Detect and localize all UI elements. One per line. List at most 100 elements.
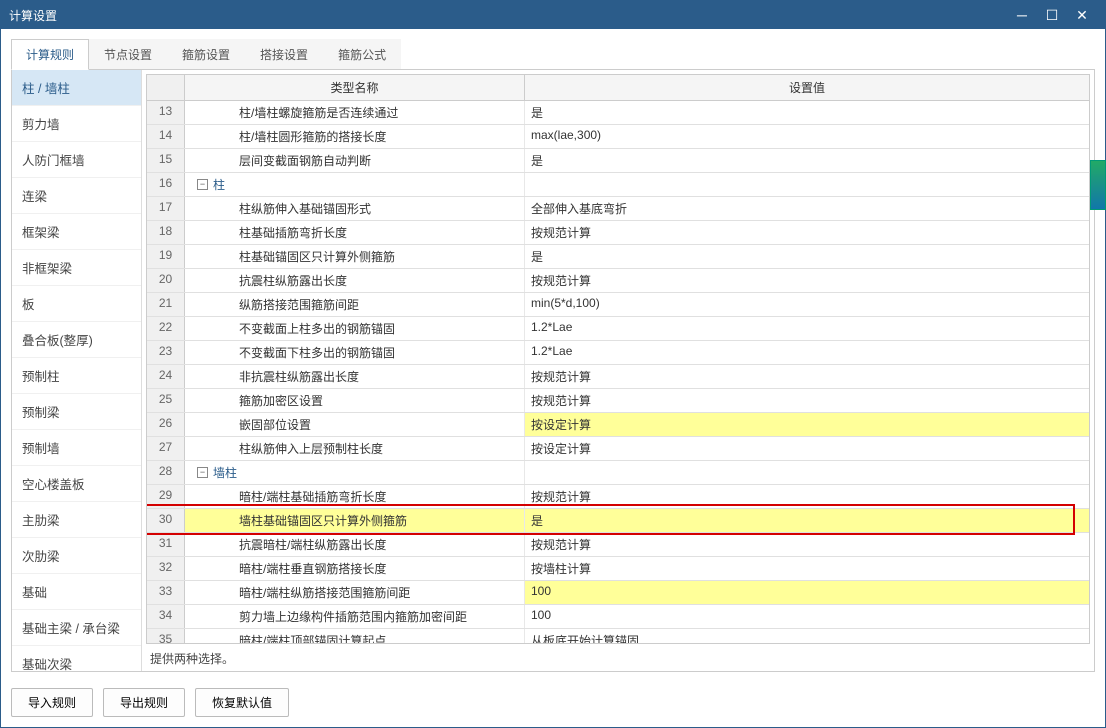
tab-bar: 计算规则节点设置箍筋设置搭接设置箍筋公式: [11, 39, 1095, 70]
row-value[interactable]: 按规范计算: [525, 533, 1089, 556]
rule-name: 纵筋搭接范围箍筋间距: [189, 296, 359, 313]
row-value[interactable]: 按墙柱计算: [525, 557, 1089, 580]
sidebar-item-3[interactable]: 连梁: [12, 178, 141, 214]
table-row[interactable]: 28−墙柱: [147, 461, 1089, 485]
rule-name: 柱纵筋伸入基础锚固形式: [189, 200, 371, 217]
sidebar-item-0[interactable]: 柱 / 墙柱: [12, 70, 141, 106]
table-row[interactable]: 32暗柱/端柱垂直钢筋搭接长度按墙柱计算: [147, 557, 1089, 581]
row-value[interactable]: 按设定计算: [525, 413, 1089, 436]
sidebar-item-1[interactable]: 剪力墙: [12, 106, 141, 142]
sidebar-item-9[interactable]: 预制梁: [12, 394, 141, 430]
sidebar-item-16[interactable]: 基础次梁: [12, 646, 141, 671]
row-value[interactable]: [525, 173, 1089, 196]
table-row[interactable]: 24非抗震柱纵筋露出长度按规范计算: [147, 365, 1089, 389]
row-number: 29: [147, 485, 185, 508]
sidebar-item-10[interactable]: 预制墙: [12, 430, 141, 466]
table-row[interactable]: 19柱基础锚固区只计算外侧箍筋是: [147, 245, 1089, 269]
row-value[interactable]: 1.2*Lae: [525, 341, 1089, 364]
row-number: 35: [147, 629, 185, 644]
sidebar-item-5[interactable]: 非框架梁: [12, 250, 141, 286]
row-number: 21: [147, 293, 185, 316]
close-button[interactable]: ✕: [1067, 5, 1097, 25]
row-value[interactable]: [525, 461, 1089, 484]
row-value[interactable]: 100: [525, 581, 1089, 604]
collapse-icon[interactable]: −: [197, 467, 208, 478]
row-value[interactable]: 是: [525, 245, 1089, 268]
sidebar-item-8[interactable]: 预制柱: [12, 358, 141, 394]
collapse-icon[interactable]: −: [197, 179, 208, 190]
row-number: 33: [147, 581, 185, 604]
minimize-button[interactable]: ─: [1007, 5, 1037, 25]
rule-name: 墙柱基础锚固区只计算外侧箍筋: [189, 512, 407, 529]
rule-name: 暗柱/端柱垂直钢筋搭接长度: [189, 560, 386, 577]
table-row[interactable]: 20抗震柱纵筋露出长度按规范计算: [147, 269, 1089, 293]
row-name: 非抗震柱纵筋露出长度: [185, 365, 525, 388]
tab-4[interactable]: 箍筋公式: [323, 39, 401, 69]
table-row[interactable]: 35暗柱/端柱顶部锚固计算起点从板底开始计算锚固: [147, 629, 1089, 644]
row-number: 22: [147, 317, 185, 340]
row-value[interactable]: 是: [525, 101, 1089, 124]
row-number: 23: [147, 341, 185, 364]
restore-defaults-button[interactable]: 恢复默认值: [195, 688, 289, 717]
row-value[interactable]: 1.2*Lae: [525, 317, 1089, 340]
table-row[interactable]: 26嵌固部位设置按设定计算: [147, 413, 1089, 437]
table-row[interactable]: 18柱基础插筋弯折长度按规范计算: [147, 221, 1089, 245]
rule-name: 柱/墙柱圆形箍筋的搭接长度: [189, 128, 386, 145]
row-value[interactable]: max(lae,300): [525, 125, 1089, 148]
category-sidebar: 柱 / 墙柱剪力墙人防门框墙连梁框架梁非框架梁板叠合板(整厚)预制柱预制梁预制墙…: [12, 70, 142, 671]
table-row[interactable]: 15层间变截面钢筋自动判断是: [147, 149, 1089, 173]
table-row[interactable]: 21纵筋搭接范围箍筋间距 min(5*d,100): [147, 293, 1089, 317]
row-number: 16: [147, 173, 185, 196]
row-number: 20: [147, 269, 185, 292]
table-row[interactable]: 25箍筋加密区设置按规范计算: [147, 389, 1089, 413]
row-value[interactable]: 是: [525, 149, 1089, 172]
tab-1[interactable]: 节点设置: [89, 39, 167, 69]
row-value[interactable]: 100: [525, 605, 1089, 628]
table-row[interactable]: 16 −柱: [147, 173, 1089, 197]
row-value[interactable]: 从板底开始计算锚固: [525, 629, 1089, 644]
sidebar-item-2[interactable]: 人防门框墙: [12, 142, 141, 178]
sidebar-item-11[interactable]: 空心楼盖板: [12, 466, 141, 502]
row-name: 纵筋搭接范围箍筋间距: [185, 293, 525, 316]
table-row[interactable]: 30墙柱基础锚固区只计算外侧箍筋是: [147, 509, 1089, 533]
tab-0[interactable]: 计算规则: [11, 39, 89, 70]
row-value[interactable]: 是: [525, 509, 1089, 532]
import-rules-button[interactable]: 导入规则: [11, 688, 93, 717]
row-value[interactable]: 按规范计算: [525, 389, 1089, 412]
table-row[interactable]: 14柱/墙柱圆形箍筋的搭接长度max(lae,300): [147, 125, 1089, 149]
sidebar-item-7[interactable]: 叠合板(整厚): [12, 322, 141, 358]
table-row[interactable]: 31抗震暗柱/端柱纵筋露出长度按规范计算: [147, 533, 1089, 557]
tab-3[interactable]: 搭接设置: [245, 39, 323, 69]
row-name: 柱/墙柱螺旋箍筋是否连续通过: [185, 101, 525, 124]
maximize-button[interactable]: ☐: [1037, 5, 1067, 25]
table-row[interactable]: 13柱/墙柱螺旋箍筋是否连续通过是: [147, 101, 1089, 125]
row-value[interactable]: 全部伸入基底弯折: [525, 197, 1089, 220]
sidebar-item-13[interactable]: 次肋梁: [12, 538, 141, 574]
sidebar-item-14[interactable]: 基础: [12, 574, 141, 610]
row-name: 暗柱/端柱基础插筋弯折长度: [185, 485, 525, 508]
table-row[interactable]: 22不变截面上柱多出的钢筋锚固1.2*Lae: [147, 317, 1089, 341]
table-row[interactable]: 23不变截面下柱多出的钢筋锚固 1.2*Lae: [147, 341, 1089, 365]
table-row[interactable]: 34剪力墙上边缘构件插筋范围内箍筋加密间距100: [147, 605, 1089, 629]
row-value[interactable]: 按规范计算: [525, 485, 1089, 508]
row-value[interactable]: 按规范计算: [525, 221, 1089, 244]
row-value[interactable]: 按规范计算: [525, 365, 1089, 388]
rules-grid[interactable]: 类型名称 设置值 13柱/墙柱螺旋箍筋是否连续通过是14柱/墙柱圆形箍筋的搭接长…: [146, 74, 1090, 644]
row-value[interactable]: 按规范计算: [525, 269, 1089, 292]
rule-name: 不变截面下柱多出的钢筋锚固: [189, 344, 395, 361]
sidebar-item-15[interactable]: 基础主梁 / 承台梁: [12, 610, 141, 646]
export-rules-button[interactable]: 导出规则: [103, 688, 185, 717]
row-value[interactable]: 按设定计算: [525, 437, 1089, 460]
rule-name: 暗柱/端柱纵筋搭接范围箍筋间距: [189, 584, 410, 601]
group-label: 柱: [213, 176, 225, 193]
sidebar-item-6[interactable]: 板: [12, 286, 141, 322]
side-widget[interactable]: [1090, 160, 1106, 210]
sidebar-item-12[interactable]: 主肋梁: [12, 502, 141, 538]
row-value[interactable]: min(5*d,100): [525, 293, 1089, 316]
tab-2[interactable]: 箍筋设置: [167, 39, 245, 69]
table-row[interactable]: 27柱纵筋伸入上层预制柱长度按设定计算: [147, 437, 1089, 461]
table-row[interactable]: 29暗柱/端柱基础插筋弯折长度按规范计算: [147, 485, 1089, 509]
table-row[interactable]: 17柱纵筋伸入基础锚固形式全部伸入基底弯折: [147, 197, 1089, 221]
sidebar-item-4[interactable]: 框架梁: [12, 214, 141, 250]
table-row[interactable]: 33暗柱/端柱纵筋搭接范围箍筋间距 100: [147, 581, 1089, 605]
